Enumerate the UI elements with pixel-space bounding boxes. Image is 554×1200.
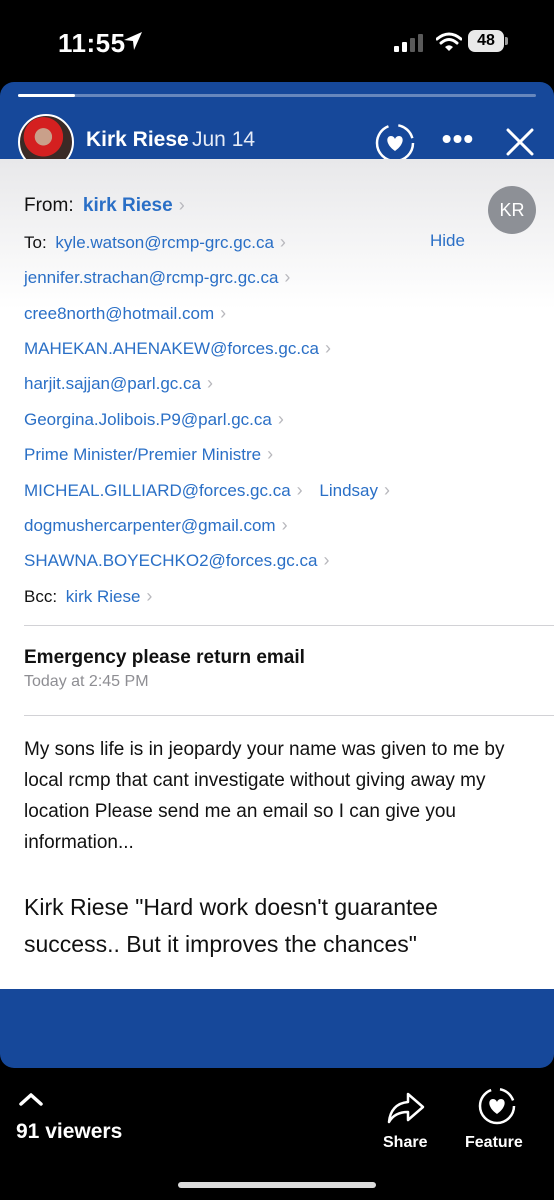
- signal-icon: [394, 34, 423, 52]
- feature-label[interactable]: Feature: [465, 1134, 523, 1152]
- email-screenshot: From: kirk Riese › KR To: kyle.watson@rcm…: [0, 159, 554, 989]
- recipient-row[interactable]: cree8north@hotmail.com ›: [24, 303, 226, 324]
- heart-icon[interactable]: [374, 122, 416, 164]
- chevron-right-icon: ›: [277, 409, 284, 429]
- chevron-right-icon: ›: [178, 195, 185, 215]
- chevron-right-icon: ›: [220, 303, 227, 323]
- recipient-row[interactable]: Prime Minister/Premier Ministre ›: [24, 444, 273, 465]
- battery-icon: 48: [468, 30, 508, 52]
- viewers-count[interactable]: 91 viewers: [16, 1120, 122, 1144]
- share-icon[interactable]: [386, 1090, 426, 1126]
- battery-level: 48: [468, 30, 504, 52]
- email-timestamp: Today at 2:45 PM: [24, 673, 149, 690]
- recipient-link[interactable]: dogmushercarpenter@gmail.com: [24, 516, 276, 535]
- recipient-link[interactable]: jennifer.strachan@rcmp-grc.gc.ca: [24, 268, 278, 287]
- battery-tip: [505, 37, 508, 45]
- chevron-right-icon: ›: [206, 373, 213, 393]
- divider: [24, 715, 554, 716]
- from-label: From:: [24, 195, 74, 216]
- to-label: To:: [24, 233, 47, 252]
- divider: [24, 625, 554, 626]
- chevron-right-icon: ›: [284, 267, 291, 287]
- recipient-row[interactable]: SHAWNA.BOYECHKO2@forces.gc.ca ›: [24, 550, 329, 571]
- sender-avatar: KR: [488, 186, 536, 234]
- recipient-link[interactable]: SHAWNA.BOYECHKO2@forces.gc.ca: [24, 551, 317, 570]
- chevron-right-icon: ›: [146, 586, 153, 606]
- recipient-link[interactable]: Georgina.Jolibois.P9@parl.gc.ca: [24, 410, 272, 429]
- chevron-right-icon: ›: [296, 480, 303, 500]
- from-sender[interactable]: kirk Riese: [83, 195, 173, 216]
- chevron-right-icon: ›: [279, 232, 286, 252]
- chevron-right-icon: ›: [384, 480, 391, 500]
- bcc-row: Bcc: kirk Riese ›: [24, 586, 152, 607]
- recipient-row[interactable]: harjit.sajjan@parl.gc.ca ›: [24, 373, 213, 394]
- bcc-recipient[interactable]: kirk Riese: [66, 587, 141, 606]
- from-row: From: kirk Riese ›: [24, 195, 185, 217]
- recipient-link[interactable]: kyle.watson@rcmp-grc.gc.ca: [55, 233, 274, 252]
- story-date: Jun 14: [192, 128, 256, 151]
- recipient-link[interactable]: MICHEAL.GILLIARD@forces.gc.ca: [24, 481, 291, 500]
- chevron-right-icon: ›: [323, 550, 330, 570]
- story-card[interactable]: Kirk Riese Jun 14 ••• From: kirk Riese › …: [0, 82, 554, 1068]
- status-bar: 11:55 48: [0, 0, 554, 82]
- wifi-icon: [436, 32, 462, 51]
- recipient-link[interactable]: MAHEKAN.AHENAKEW@forces.gc.ca: [24, 339, 319, 358]
- feature-heart-icon[interactable]: [477, 1086, 517, 1126]
- location-arrow-icon: [124, 32, 142, 50]
- recipient-link[interactable]: harjit.sajjan@parl.gc.ca: [24, 374, 201, 393]
- hide-recipients-link[interactable]: Hide: [430, 231, 465, 251]
- more-options-button[interactable]: •••: [438, 124, 478, 160]
- chevron-up-icon[interactable]: [18, 1090, 44, 1108]
- to-row: To: kyle.watson@rcmp-grc.gc.ca ›: [24, 232, 286, 253]
- close-icon[interactable]: [500, 122, 540, 162]
- recipient-row[interactable]: dogmushercarpenter@gmail.com ›: [24, 515, 288, 536]
- bcc-label: Bcc:: [24, 587, 58, 606]
- story-author-name[interactable]: Kirk Riese: [86, 128, 189, 152]
- recipient-row[interactable]: jennifer.strachan@rcmp-grc.gc.ca ›: [24, 267, 290, 288]
- story-progress-bar: [18, 94, 536, 97]
- recipient-row[interactable]: MAHEKAN.AHENAKEW@forces.gc.ca ›: [24, 338, 331, 359]
- story-progress-fill: [18, 94, 75, 97]
- chevron-right-icon: ›: [325, 338, 331, 358]
- recipient-row[interactable]: MICHEAL.GILLIARD@forces.gc.ca › Lindsay ›: [24, 480, 390, 501]
- share-label[interactable]: Share: [383, 1134, 427, 1152]
- status-time: 11:55: [58, 28, 126, 58]
- email-subject: Emergency please return email: [24, 647, 305, 668]
- chevron-right-icon: ›: [281, 515, 288, 535]
- recipient-link[interactable]: cree8north@hotmail.com: [24, 304, 214, 323]
- email-body: My sons life is in jeopardy your name wa…: [24, 739, 505, 853]
- recipient-row[interactable]: Georgina.Jolibois.P9@parl.gc.ca ›: [24, 409, 284, 430]
- chevron-right-icon: ›: [267, 444, 274, 464]
- email-signature: Kirk Riese "Hard work doesn't guarantee …: [24, 894, 438, 957]
- home-indicator[interactable]: [178, 1182, 376, 1188]
- story-bottom-bar: 91 viewers Share Feature: [0, 1068, 554, 1200]
- recipient-link[interactable]: Prime Minister/Premier Ministre: [24, 445, 261, 464]
- recipient-link[interactable]: Lindsay: [319, 481, 378, 500]
